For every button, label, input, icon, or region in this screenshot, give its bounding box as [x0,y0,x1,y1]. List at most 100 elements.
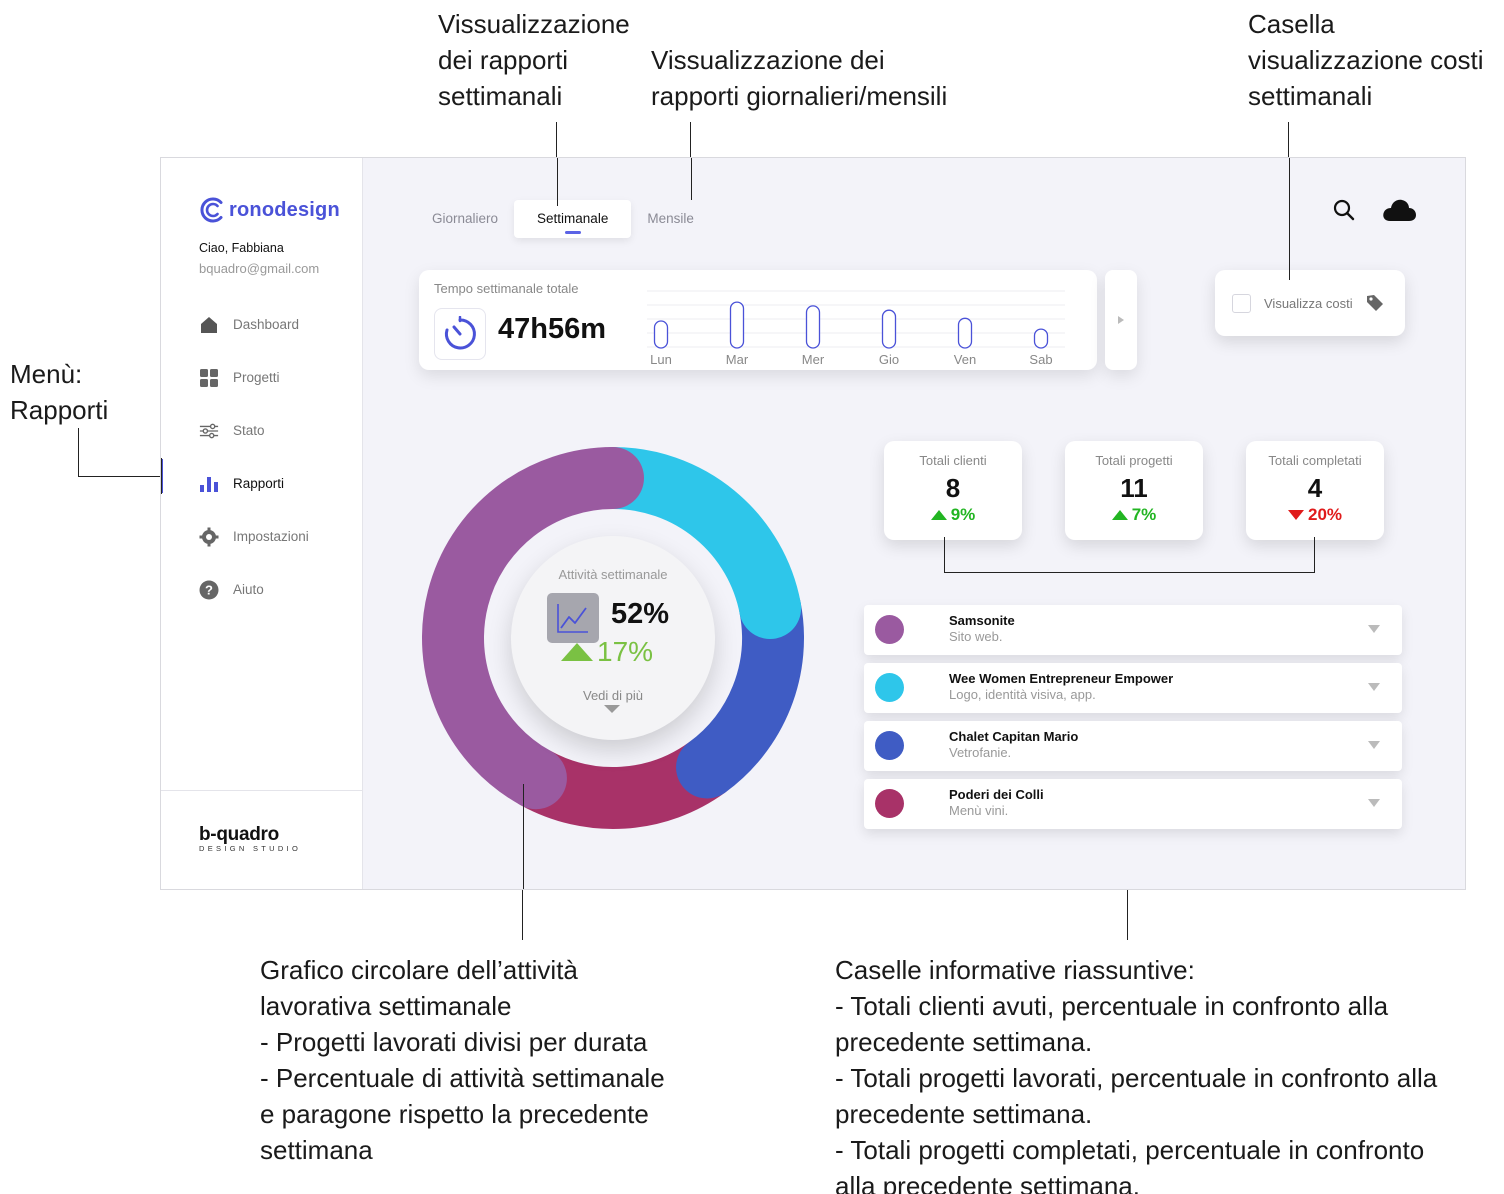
stat-delta: 7% [1065,505,1203,525]
activity-trend: 17% [561,636,653,668]
sidebar-item-aiuto[interactable]: ? Aiuto [199,563,359,616]
leader-line [78,476,160,477]
project-color-dot [875,615,904,644]
sidebar-item-stato[interactable]: Stato [199,404,359,457]
stat-card-projects: Totali progetti 11 7% [1065,441,1203,540]
weekly-time-card: Tempo settimanale totale 47h56m Lun Mar Me… [419,270,1097,370]
studio-logo: b-quadro DESIGN STUDIO [199,824,301,853]
tab-giornaliero[interactable]: Giornaliero [416,200,514,238]
weekly-activity-donut: Attività settimanale 52% 17% Vedi di più [413,438,813,838]
studio-name: b-quadro [199,824,279,845]
chevron-right-icon [1118,316,1124,324]
day-bar [957,317,973,349]
triangle-up-icon [561,643,593,661]
activity-value: 52% [611,598,670,630]
leader-line [1289,158,1290,280]
project-description: Menù vini. [949,803,1009,818]
leader-line [1127,890,1128,940]
top-actions [1333,198,1417,227]
annotation-costs-box: Casella visualizzazione costi settimanal… [1248,9,1484,111]
day-bar [1033,328,1049,349]
sidebar: ronodesign Ciao, Fabbiana bquadro@gmail.… [161,158,363,889]
triangle-up-icon [1111,510,1128,520]
show-costs-toggle[interactable]: Visualizza costi [1215,270,1405,336]
annotation-donut-chart: Grafico circolare dell’attività lavorati… [260,955,665,1165]
chevron-down-icon[interactable] [1368,683,1380,691]
leader-line [557,158,558,206]
stat-value: 8 [945,473,961,503]
stat-delta: 9% [884,505,1022,525]
project-list: Samsonite Sito web. Wee Women Entreprene… [864,605,1402,837]
leader-line [690,122,691,158]
stat-delta-value: 20% [1307,505,1343,524]
stat-card-clients: Totali clienti 8 9% [884,441,1022,540]
gear-icon [199,527,219,547]
stat-delta-value: 7% [1131,505,1157,524]
app-logo: ronodesign [199,196,340,224]
project-name: Samsonite [949,613,1015,628]
chevron-down-icon[interactable] [1368,741,1380,749]
day-bar [805,305,821,349]
list-item[interactable]: Poderi dei Colli Menù vini. [864,779,1402,829]
user-greeting: Ciao, Fabbiana [199,241,284,255]
cloud-icon[interactable] [1381,198,1417,227]
leader-line [1288,122,1289,158]
sidebar-item-impostazioni[interactable]: Impostazioni [199,510,359,563]
svg-text:?: ? [205,582,213,597]
project-description: Vetrofanie. [949,745,1012,760]
leader-line [944,537,945,572]
active-tab-indicator [564,231,581,234]
next-week-button[interactable] [1105,270,1137,370]
activity-label: Attività settimanale [558,567,668,582]
bar-chart-icon [199,474,219,494]
leader-line [556,122,557,158]
studio-subtitle: DESIGN STUDIO [199,844,302,853]
triangle-up-icon [930,510,947,520]
tab-label: Settimanale [537,211,609,226]
day-label: Gio [879,352,899,366]
price-tag-icon [1366,295,1383,311]
activity-trend-value: 17% [597,636,654,667]
stat-delta-value: 9% [950,505,976,524]
leader-line [161,458,162,494]
weekly-time-chart: Lun Mar Mer Gio Ven Sab [647,290,1065,366]
chevron-down-icon[interactable] [1368,799,1380,807]
chevron-down-icon[interactable] [603,704,621,714]
period-tabs: Giornaliero Settimanale Mensile [416,200,710,238]
leader-line [522,890,523,940]
list-item[interactable]: Samsonite Sito web. [864,605,1402,655]
project-description: Sito web. [949,629,1003,644]
project-description: Logo, identità visiva, app. [949,687,1096,702]
show-costs-checkbox[interactable] [1232,293,1251,313]
stat-value: 4 [1307,473,1323,503]
weekly-time-value: 47h56m [498,313,607,345]
list-item[interactable]: Chalet Capitan Mario Vetrofanie. [864,721,1402,771]
project-name: Wee Women Entrepreneur Empower [949,671,1174,686]
annotation-daily-monthly-reports: Vissualizzazione dei rapporti giornalier… [651,45,948,111]
annotation-menu-reports: Menù: Rapporti [10,359,109,425]
app-window: ronodesign Ciao, Fabbiana bquadro@gmail.… [160,157,1466,890]
tab-settimanale[interactable]: Settimanale [514,200,632,238]
project-color-dot [875,789,904,818]
day-bar [881,309,897,349]
triangle-down-icon [1287,510,1304,520]
project-color-dot [875,673,904,702]
sidebar-item-progetti[interactable]: Progetti [199,351,359,404]
chevron-down-icon[interactable] [1368,625,1380,633]
leader-line [691,158,692,200]
sidebar-item-dashboard[interactable]: Dashboard [199,298,359,351]
sliders-icon [199,421,219,441]
user-email: bquadro@gmail.com [199,261,320,276]
tab-mensile[interactable]: Mensile [631,200,710,238]
day-label: Lun [650,352,672,366]
leader-line [944,572,1315,573]
sidebar-item-label: Dashboard [233,317,300,332]
see-more-link[interactable]: Vedi di più [511,688,715,703]
annotation-summary-boxes: Caselle informative riassuntive: - Total… [835,955,1438,1194]
stat-label: Totali completati [1268,453,1362,468]
search-icon[interactable] [1333,199,1355,226]
stat-value: 11 [1120,473,1148,503]
studio-footer: b-quadro DESIGN STUDIO [161,790,362,889]
sidebar-item-rapporti[interactable]: Rapporti [199,457,359,510]
list-item[interactable]: Wee Women Entrepreneur Empower Logo, ide… [864,663,1402,713]
